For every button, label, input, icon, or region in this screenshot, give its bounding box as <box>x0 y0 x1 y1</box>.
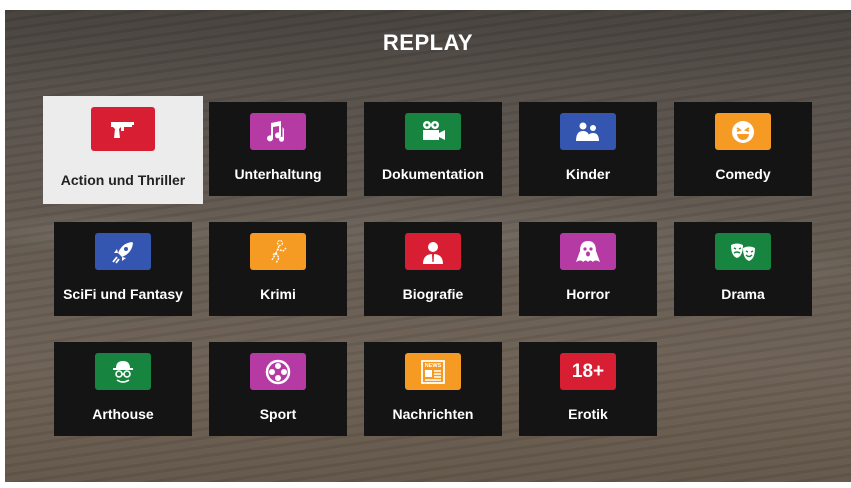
eighteen-plus-text: 18+ <box>571 360 605 382</box>
category-tile-erotik[interactable]: 18+ Erotik <box>519 342 657 436</box>
family-icon <box>560 113 616 150</box>
category-tile-comedy[interactable]: Comedy <box>674 102 812 196</box>
hat-glasses-icon <box>95 353 151 390</box>
rocket-icon <box>95 233 151 270</box>
category-label: Comedy <box>715 166 771 182</box>
theater-masks-icon <box>715 233 771 270</box>
category-label: Nachrichten <box>392 406 474 422</box>
eighteen-plus-icon: 18+ <box>560 353 616 390</box>
category-tile-arthouse[interactable]: Arthouse <box>54 342 192 436</box>
chalk-outline-icon <box>250 233 306 270</box>
category-tile-dokumentation[interactable]: Dokumentation <box>364 102 502 196</box>
ghost-icon <box>560 233 616 270</box>
category-label: Dokumentation <box>382 166 484 182</box>
music-notes-icon <box>250 113 306 150</box>
category-tile-nachrichten[interactable]: NEWS Nachrichten <box>364 342 502 436</box>
category-tile-sport[interactable]: Sport <box>209 342 347 436</box>
category-label: Drama <box>721 286 765 302</box>
category-label: Erotik <box>568 406 608 422</box>
film-reel-icon <box>250 353 306 390</box>
category-label: Horror <box>566 286 610 302</box>
pistol-icon <box>91 107 155 151</box>
category-label: Biografie <box>402 286 464 302</box>
category-label: Unterhaltung <box>234 166 322 182</box>
category-label: Sport <box>259 406 297 422</box>
replay-screen: REPLAY Action und Thriller Unterhaltung <box>5 10 851 482</box>
page-title: REPLAY <box>382 30 474 55</box>
category-label: Kinder <box>565 166 611 182</box>
category-tile-scifi-und-fantasy[interactable]: SciFi und Fantasy <box>54 222 192 316</box>
newspaper-icon-text: NEWS <box>425 363 442 369</box>
category-label: Krimi <box>260 286 296 302</box>
category-tile-action-und-thriller[interactable]: Action und Thriller <box>43 96 203 204</box>
category-tile-unterhaltung[interactable]: Unterhaltung <box>209 102 347 196</box>
laughing-face-icon <box>715 113 771 150</box>
category-label: Arthouse <box>92 406 154 422</box>
category-tile-krimi[interactable]: Krimi <box>209 222 347 316</box>
category-label: Action und Thriller <box>60 172 186 188</box>
person-portrait-icon <box>405 233 461 270</box>
film-camera-icon <box>405 113 461 150</box>
category-tile-biografie[interactable]: Biografie <box>364 222 502 316</box>
category-label: SciFi und Fantasy <box>63 286 183 302</box>
category-tile-horror[interactable]: Horror <box>519 222 657 316</box>
category-tile-kinder[interactable]: Kinder <box>519 102 657 196</box>
newspaper-icon: NEWS <box>405 353 461 390</box>
category-tile-drama[interactable]: Drama <box>674 222 812 316</box>
